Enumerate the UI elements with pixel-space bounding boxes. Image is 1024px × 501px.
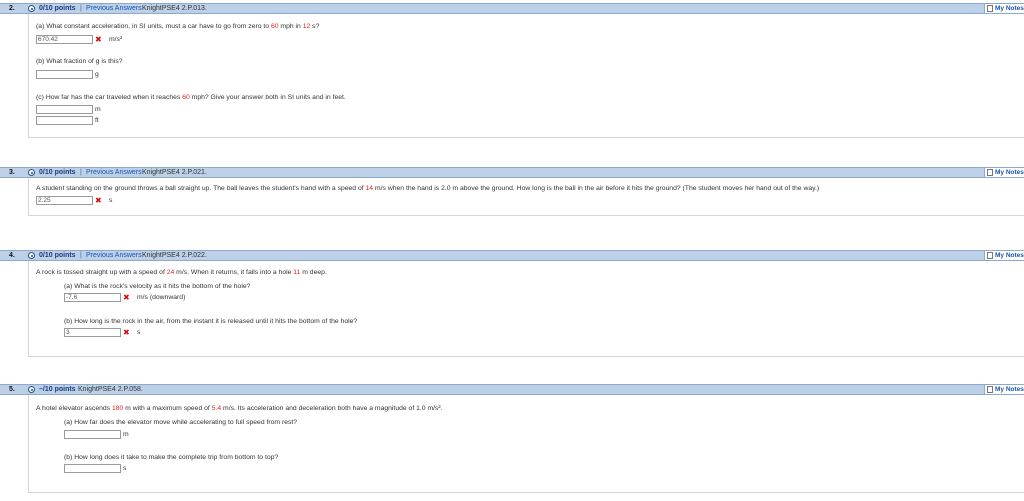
previous-answers-link[interactable]: Previous Answers — [86, 169, 142, 176]
part-b-answer-input[interactable] — [64, 464, 121, 473]
incorrect-icon: ✖ — [123, 328, 130, 337]
question-body: A student standing on the ground throws … — [28, 178, 1024, 216]
part-c-meters-input[interactable] — [36, 105, 93, 114]
incorrect-icon: ✖ — [95, 196, 102, 205]
part-b-unit: s — [137, 329, 141, 336]
part-b-unit: s — [123, 465, 127, 472]
incorrect-icon: ✖ — [123, 293, 130, 302]
points-label: 0/10 points — [39, 5, 76, 12]
notes-checkbox-icon[interactable] — [987, 252, 993, 259]
notes-checkbox-icon[interactable] — [987, 5, 993, 12]
part-c-prompt: (c) How far has the car traveled when it… — [36, 94, 346, 101]
question-header: 2. 0/10 points | Previous Answers Knight… — [0, 3, 1024, 14]
question-number: 2. — [9, 5, 15, 12]
my-notes-label: My Notes — [995, 252, 1024, 259]
points-label: –/10 points — [39, 386, 76, 393]
notes-checkbox-icon[interactable] — [987, 169, 993, 176]
question-prompt: A student standing on the ground throws … — [36, 185, 820, 192]
my-notes-button[interactable]: My Notes — [984, 251, 1024, 260]
problem-code: KnightPSE4 2.P.021. — [142, 169, 207, 176]
separator: | — [80, 169, 82, 176]
question-header: 3. 0/10 points | Previous Answers Knight… — [0, 167, 1024, 178]
my-notes-button[interactable]: My Notes — [984, 385, 1024, 394]
question-header: 4. 0/10 points | Previous Answers Knight… — [0, 250, 1024, 261]
part-a-prompt: (a) How far does the elevator move while… — [64, 419, 298, 426]
part-b-answer-input[interactable]: 3 — [64, 328, 121, 337]
my-notes-label: My Notes — [995, 169, 1024, 176]
question-prompt: A rock is tossed straight up with a spee… — [36, 269, 327, 276]
part-a-answer-input[interactable] — [64, 430, 121, 439]
part-c-feet-input[interactable] — [36, 116, 93, 125]
my-notes-label: My Notes — [995, 386, 1024, 393]
question-number: 3. — [9, 169, 15, 176]
previous-answers-link[interactable]: Previous Answers — [86, 5, 142, 12]
part-b-prompt: (b) How long does it take to make the co… — [64, 454, 279, 461]
incorrect-icon: ✖ — [95, 35, 102, 44]
part-b-answer-input[interactable] — [36, 70, 93, 79]
part-b-unit: g — [95, 71, 99, 78]
my-notes-button[interactable]: My Notes — [984, 4, 1024, 13]
part-a-answer-input[interactable]: -7.6 — [64, 293, 121, 302]
question-body: A rock is tossed straight up with a spee… — [28, 261, 1024, 357]
notes-checkbox-icon[interactable] — [987, 386, 993, 393]
question-number: 5. — [9, 386, 15, 393]
part-b-prompt: (b) How long is the rock in the air, fro… — [64, 318, 358, 325]
expand-icon[interactable] — [28, 5, 35, 12]
separator: | — [80, 252, 82, 259]
question-body: (a) What constant acceleration, in SI un… — [28, 14, 1024, 138]
part-a-unit: m — [123, 431, 129, 438]
points-label: 0/10 points — [39, 169, 76, 176]
answer-unit: s — [109, 197, 113, 204]
expand-icon[interactable] — [28, 386, 35, 393]
question-number: 4. — [9, 252, 15, 259]
question-prompt: A hotel elevator ascends 180 m with a ma… — [36, 405, 443, 412]
expand-icon[interactable] — [28, 252, 35, 259]
answer-input[interactable]: 2.25 — [36, 196, 93, 205]
previous-answers-link[interactable]: Previous Answers — [86, 252, 142, 259]
question-body: A hotel elevator ascends 180 m with a ma… — [28, 395, 1024, 493]
part-c-feet-unit: ft — [95, 117, 99, 124]
part-a-answer-input[interactable]: 670.42 — [36, 35, 93, 44]
part-a-unit: m/s² — [109, 36, 123, 43]
problem-code: KnightPSE4 2.P.013. — [142, 5, 207, 12]
problem-code: KnightPSE4 2.P.022. — [142, 252, 207, 259]
part-b-prompt: (b) What fraction of g is this? — [36, 58, 123, 65]
part-a-unit: m/s (downward) — [137, 294, 186, 301]
points-label: 0/10 points — [39, 252, 76, 259]
my-notes-label: My Notes — [995, 5, 1024, 12]
separator: | — [80, 5, 82, 12]
question-header: 5. –/10 points KnightPSE4 2.P.058. My No… — [0, 384, 1024, 395]
part-c-meters-unit: m — [95, 106, 101, 113]
my-notes-button[interactable]: My Notes — [984, 168, 1024, 177]
problem-code: KnightPSE4 2.P.058. — [78, 386, 143, 393]
part-a-prompt: (a) What constant acceleration, in SI un… — [36, 23, 320, 30]
part-a-prompt: (a) What is the rock's velocity as it hi… — [64, 283, 251, 290]
expand-icon[interactable] — [28, 169, 35, 176]
